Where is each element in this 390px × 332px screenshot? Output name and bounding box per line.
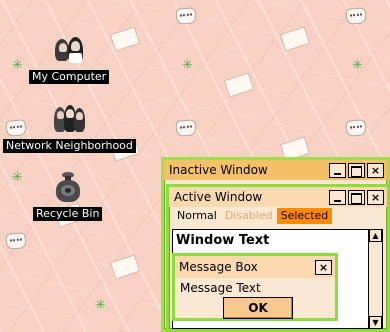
maximize-button[interactable] [348,162,365,178]
window-text: Window Text [176,233,270,248]
message-box-titlebar[interactable]: Message Box × [175,256,335,278]
desktop-icon-label: My Computer [29,70,110,84]
network-portrait-icon [53,104,86,136]
wallpaper-face [345,119,367,137]
wallpaper-star: ✳ [352,58,363,73]
message-box-title: Message Box [179,260,258,274]
wallpaper-board [109,254,141,280]
message-text: Message Text [180,281,261,295]
vertical-scrollbar[interactable]: ▲ ▼ [368,229,382,329]
menu-item-disabled: Disabled [224,209,273,222]
wallpaper-face [175,119,197,137]
inactive-window-titlebar[interactable]: Inactive Window × [164,160,387,180]
scroll-up-arrow-icon[interactable]: ▲ [369,229,382,242]
wallpaper-face [345,7,367,25]
computer-portrait-icon [53,35,85,67]
wallpaper-star: ✳ [95,298,106,313]
close-button[interactable]: × [367,189,384,205]
close-button[interactable]: × [367,162,384,178]
wallpaper-board [109,26,141,52]
desktop-icon-label: Recycle Bin [33,207,103,221]
active-window-titlebar[interactable]: Active Window × [169,187,387,207]
wallpaper-star: ✳ [182,58,193,73]
inactive-window-title: Inactive Window [169,163,268,177]
minimize-button[interactable] [329,162,346,178]
ok-button[interactable]: OK [223,297,293,319]
menu-bar: Normal Disabled Selected [169,207,387,225]
wallpaper-face [5,232,27,250]
message-box[interactable]: Message Box × Message Text OK [172,253,338,321]
wallpaper-board [279,26,311,52]
menu-item-selected[interactable]: Selected [276,208,333,224]
desktop-icon-network-neighborhood[interactable]: Network Neighborhood [3,104,136,153]
desktop-icon-label: Network Neighborhood [3,139,136,153]
wallpaper-board [223,72,255,98]
wallpaper-star: ✳ [12,58,23,73]
desktop-icon-my-computer[interactable]: My Computer [29,35,110,84]
maximize-button[interactable] [348,189,365,205]
recycle-sack-icon [52,172,84,204]
menu-item-normal[interactable]: Normal [173,208,221,224]
scroll-down-arrow-icon[interactable]: ▼ [369,316,382,329]
wallpaper-star: ✳ [12,170,23,185]
active-window-title: Active Window [174,190,263,204]
minimize-button[interactable] [329,189,346,205]
desktop-icon-recycle-bin[interactable]: Recycle Bin [33,172,103,221]
close-button[interactable]: × [315,259,332,275]
wallpaper-face [175,7,197,25]
